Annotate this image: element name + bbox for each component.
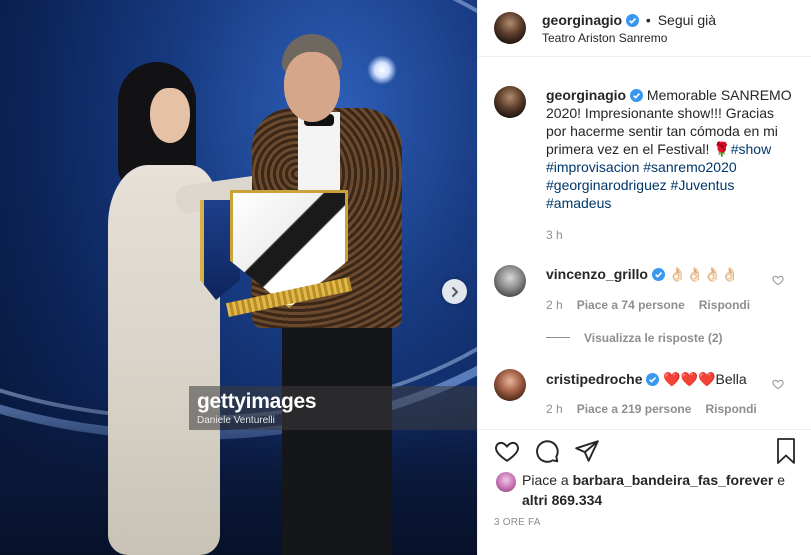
comment-avatar[interactable] [494,369,526,401]
hashtag-link[interactable]: #amadeus [546,195,611,211]
comment-time[interactable]: 2 h [546,298,563,312]
separator-dot: • [645,12,651,28]
stage-spotlight [367,55,397,85]
man-trousers [282,312,392,555]
man-face [284,52,340,122]
post-date[interactable]: 3 ORE FA [494,517,541,528]
like-comment-heart-icon[interactable] [772,274,784,286]
getty-watermark: gettyimages Daniele Venturelli [189,386,477,430]
verified-badge-icon [626,14,640,27]
hashtag-link[interactable]: #georginarodriguez [546,177,667,193]
hashtag-link[interactable]: #improvisacion [546,159,639,175]
follow-status[interactable]: Segui già [658,12,716,28]
caption-avatar[interactable] [494,86,526,118]
likes-others-count[interactable]: altri 869.334 [522,492,602,508]
reply-button[interactable]: Rispondi [699,298,750,312]
liker-username[interactable]: barbara_bandeira_fas_forever [573,472,774,488]
likes-summary: Piace a barbara_bandeira_fas_forever e a… [522,470,802,510]
hashtag-link[interactable]: #show [731,141,771,157]
location-link[interactable]: Teatro Ariston Sanremo [542,31,667,45]
watermark-credit: Daniele Venturelli [197,415,275,426]
post-actions: Piace a barbara_bandeira_fas_forever e a… [478,429,811,555]
verified-badge-icon [651,268,665,281]
verified-badge-icon [630,89,644,102]
paper-plane-icon[interactable] [574,438,600,464]
comment-likes[interactable]: Piace a 74 persone [577,298,685,312]
comment-text: 👌🏻👌🏻👌🏻👌🏻 [668,266,739,282]
post-side-panel: georginagio • Segui già Teatro Ariston S… [477,0,811,555]
caption: georginagio Memorable SANREMO 2020! Impr… [546,86,796,212]
avatar[interactable] [494,12,526,44]
header-line: georginagio • Segui già [542,12,716,28]
chevron-right-icon [451,286,458,297]
liker-avatar[interactable] [496,472,516,492]
post-photo[interactable]: gettyimages Daniele Venturelli [0,0,477,555]
reply-button[interactable]: Rispondi [705,402,756,416]
comment-meta: 2 h Piace a 74 persone Rispondi [546,298,764,312]
bookmark-icon[interactable] [774,437,798,465]
woman-face [150,88,190,143]
next-photo-button[interactable] [442,279,467,304]
caption-timestamp[interactable]: 3 h [546,228,563,242]
replies-divider [546,337,570,338]
likes-prefix: Piace a [522,472,569,488]
comment-row: cristipedroche ❤️❤️❤️Bella [546,371,747,388]
comment-likes[interactable]: Piace a 219 persone [577,402,692,416]
likes-conj: e [777,472,786,488]
hashtag-link[interactable]: #Juventus [671,177,735,193]
comment-avatar[interactable] [494,265,526,297]
watermark-logo: gettyimages [197,390,317,413]
hashtag-link[interactable]: #sanremo2020 [643,159,736,175]
header-username[interactable]: georginagio [542,12,622,28]
comment-text: ❤️❤️❤️Bella [663,371,747,387]
comment-icon[interactable] [534,438,560,464]
caption-username[interactable]: georginagio [546,87,626,103]
comment-row: vincenzo_grillo 👌🏻👌🏻👌🏻👌🏻 [546,266,738,283]
comment-username[interactable]: cristipedroche [546,371,642,387]
like-comment-heart-icon[interactable] [772,378,784,390]
comment-time[interactable]: 2 h [546,402,563,416]
comment-meta: 2 h Piace a 219 persone Rispondi [546,402,771,416]
comment-username[interactable]: vincenzo_grillo [546,266,648,282]
view-replies-label: Visualizza le risposte (2) [584,331,723,345]
view-replies-button[interactable]: Visualizza le risposte (2) [546,331,723,345]
verified-badge-icon [646,373,660,386]
heart-icon[interactable] [494,438,520,464]
post-header: georginagio • Segui già Teatro Ariston S… [478,0,811,57]
